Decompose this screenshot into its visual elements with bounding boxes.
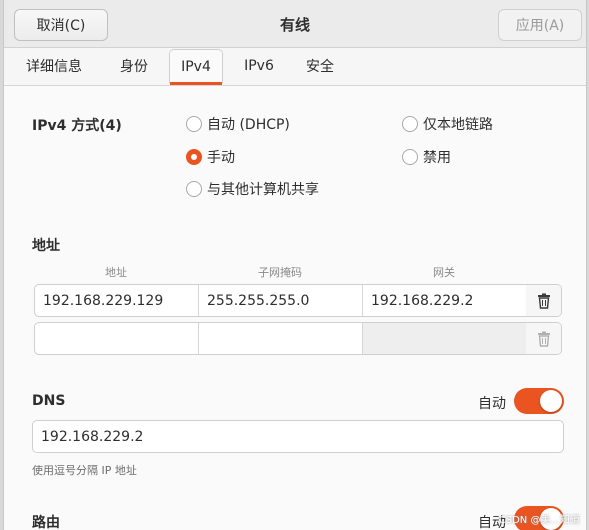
tab-security-label: 安全 xyxy=(306,59,334,75)
radio-auto-dhcp[interactable]: 自动 (DHCP) xyxy=(186,113,290,135)
tab-ipv6-label: IPv6 xyxy=(244,58,274,74)
column-header-address: 地址 xyxy=(105,266,127,279)
routes-label: 路由 xyxy=(32,515,60,530)
dns-input[interactable]: 192.168.229.2 xyxy=(32,420,564,453)
radio-indicator xyxy=(402,116,418,132)
dns-hint: 使用逗号分隔 IP 地址 xyxy=(32,464,137,477)
tab-ipv4[interactable]: IPv4 xyxy=(169,49,223,85)
apply-button[interactable]: 应用(A) xyxy=(498,9,582,41)
tab-ipv4-label: IPv4 xyxy=(181,58,211,75)
toggle-knob xyxy=(540,390,562,412)
dns-label: DNS xyxy=(32,393,66,409)
dns-auto-toggle[interactable] xyxy=(514,388,564,414)
tab-security[interactable]: 安全 xyxy=(294,49,346,83)
radio-disabled-label: 禁用 xyxy=(423,150,451,166)
tab-details[interactable]: 详细信息 xyxy=(18,49,90,83)
tab-bar: 详细信息 身份 IPv4 IPv6 安全 xyxy=(4,48,586,86)
radio-shared-label: 与其他计算机共享 xyxy=(207,182,319,198)
delete-address-button[interactable] xyxy=(526,285,561,316)
netmask-input[interactable] xyxy=(199,323,363,354)
radio-link-local[interactable]: 仅本地链路 xyxy=(402,113,493,135)
column-header-netmask: 子网掩码 xyxy=(258,266,302,279)
radio-link-local-label: 仅本地链路 xyxy=(423,117,493,133)
netmask-input[interactable]: 255.255.255.0 xyxy=(199,285,363,316)
tab-identity[interactable]: 身份 xyxy=(108,49,160,83)
gateway-input[interactable]: 192.168.229.2 xyxy=(363,285,528,316)
address-input[interactable] xyxy=(35,323,199,354)
address-input[interactable]: 192.168.229.129 xyxy=(35,285,199,316)
network-settings-dialog: 取消(C) 有线 应用(A) 详细信息 身份 IPv4 IPv6 安全 IPv4… xyxy=(3,0,587,530)
radio-indicator xyxy=(186,116,202,132)
tab-details-label: 详细信息 xyxy=(26,59,82,75)
radio-manual[interactable]: 手动 xyxy=(186,146,235,168)
radio-indicator-checked xyxy=(186,149,202,165)
column-header-gateway: 网关 xyxy=(433,266,455,279)
radio-shared[interactable]: 与其他计算机共享 xyxy=(186,178,319,200)
radio-auto-dhcp-label: 自动 (DHCP) xyxy=(207,117,290,133)
tab-ipv6[interactable]: IPv6 xyxy=(232,49,286,83)
trash-icon xyxy=(537,331,550,347)
address-row-empty xyxy=(34,322,562,355)
dns-auto-label: 自动 xyxy=(478,396,506,412)
radio-indicator xyxy=(186,181,202,197)
addresses-section-label: 地址 xyxy=(32,238,60,254)
trash-icon xyxy=(537,293,550,309)
ipv4-page: IPv4 方式(4) 自动 (DHCP) 仅本地链路 手动 禁用 与其他计算机共… xyxy=(4,87,586,530)
radio-disabled[interactable]: 禁用 xyxy=(402,146,451,168)
tab-identity-label: 身份 xyxy=(120,59,148,75)
radio-manual-label: 手动 xyxy=(207,150,235,166)
radio-indicator xyxy=(402,149,418,165)
active-tab-indicator xyxy=(170,82,222,85)
address-row: 192.168.229.129 255.255.255.0 192.168.22… xyxy=(34,284,562,317)
ipv4-method-label: IPv4 方式(4) xyxy=(32,118,122,134)
delete-address-button-disabled xyxy=(526,323,561,354)
header-bar: 取消(C) 有线 应用(A) xyxy=(4,0,586,48)
watermark: CSDN @美...知道 xyxy=(498,515,580,526)
gateway-input[interactable] xyxy=(363,323,528,354)
